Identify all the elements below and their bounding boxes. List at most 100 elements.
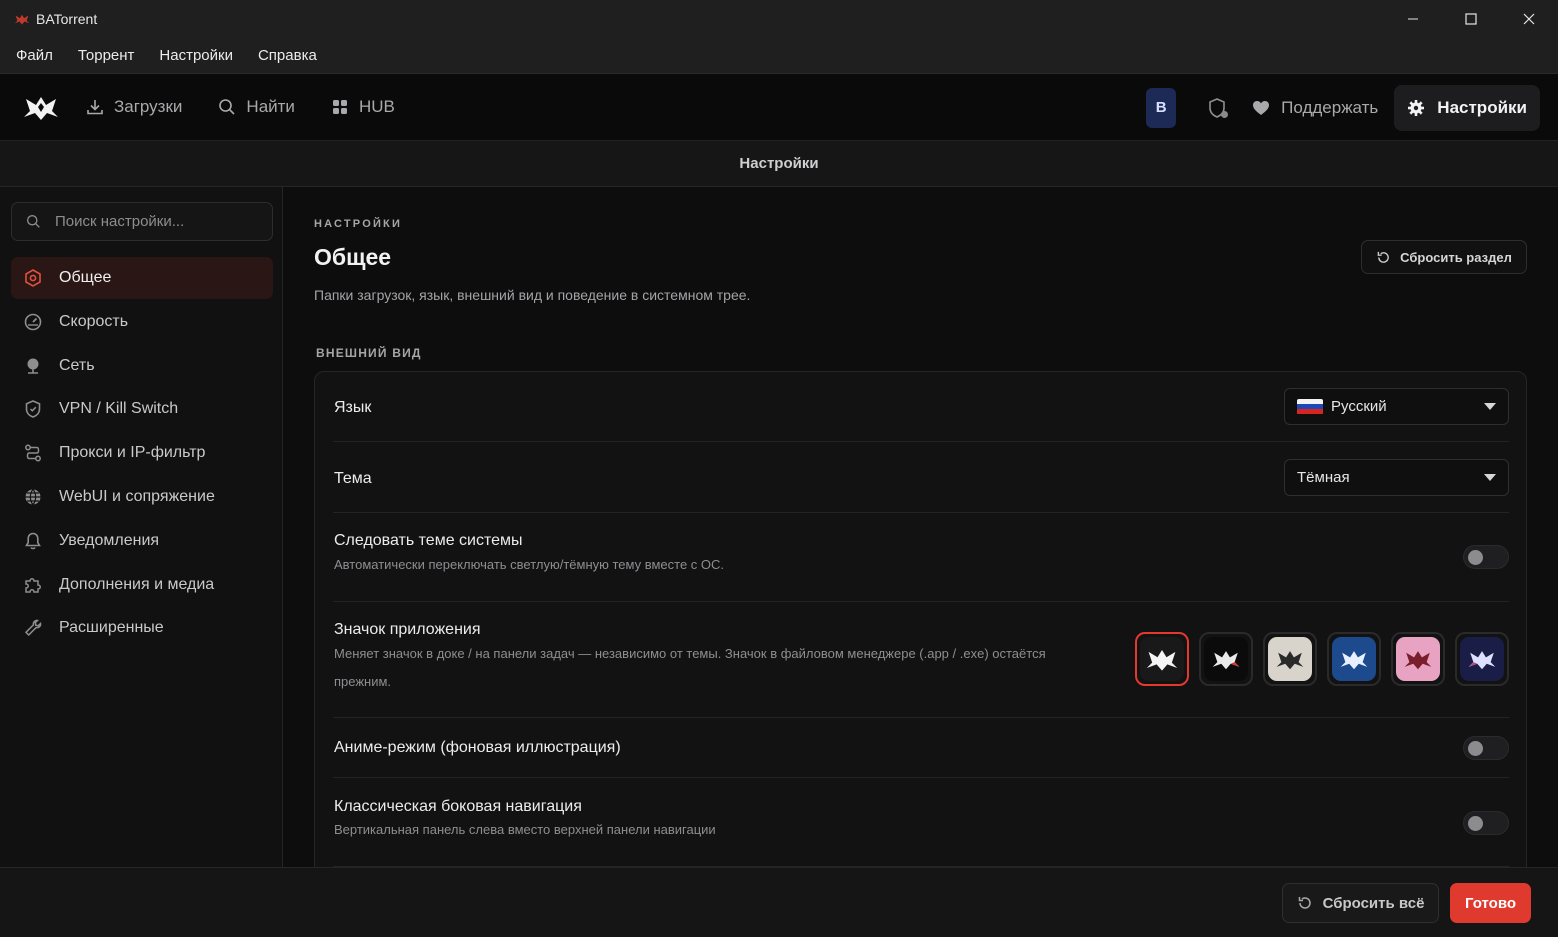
menu-settings[interactable]: Настройки <box>149 47 243 64</box>
app-icon-option-light[interactable] <box>1263 632 1317 686</box>
toggle-knob <box>1468 816 1483 831</box>
reset-section-button[interactable]: Сбросить раздел <box>1361 240 1527 274</box>
gear-icon <box>1408 99 1425 116</box>
language-value: Русский <box>1331 398 1387 415</box>
sidebar-item-label: Уведомления <box>59 531 160 549</box>
bat-logo-icon <box>1396 637 1440 681</box>
app-logo-icon <box>14 11 30 27</box>
setting-hint: Вертикальная панель слева вместо верхней… <box>334 822 716 837</box>
close-icon <box>1523 13 1535 25</box>
app-icon-options <box>1125 632 1509 686</box>
setting-row-app-icon: Значок приложения Меняет значок в доке /… <box>333 602 1509 718</box>
setting-row-language: Язык Русский <box>333 372 1509 442</box>
group-label-appearance: ВНЕШНИЙ ВИД <box>316 346 422 360</box>
menu-bar: Файл Торрент Настройки Справка <box>0 38 1558 74</box>
setting-row-follow-system: Следовать теме системы Автоматически пер… <box>333 513 1509 602</box>
close-window-button[interactable] <box>1500 0 1558 38</box>
footer-bar: Сбросить всё Готово <box>0 867 1558 937</box>
wrench-icon <box>24 620 42 637</box>
app-icon-option-navy[interactable] <box>1455 632 1509 686</box>
sidebar-item-label: Дополнения и медиа <box>59 575 215 593</box>
menu-file[interactable]: Файл <box>6 47 63 64</box>
minimize-icon <box>1408 18 1418 20</box>
sidebar-item-label: VPN / Kill Switch <box>59 400 179 418</box>
settings-search[interactable] <box>11 202 273 241</box>
app-icon-option-pink[interactable] <box>1391 632 1445 686</box>
app-icon-option-default[interactable] <box>1135 632 1189 686</box>
nav-find[interactable]: Найти <box>210 85 303 129</box>
settings-sidebar: Общее Скорость Сеть VPN / Kill Switch Пр… <box>0 187 283 867</box>
section-eyebrow: НАСТРОЙКИ <box>314 218 403 230</box>
nav-downloads[interactable]: Загрузки <box>78 85 190 129</box>
app-icon-option-blue[interactable] <box>1327 632 1381 686</box>
toggle-knob <box>1468 741 1483 756</box>
support-button[interactable]: Поддержать <box>1252 98 1378 118</box>
theme-select[interactable]: Тёмная <box>1284 459 1509 496</box>
nav-hub[interactable]: HUB <box>323 85 403 129</box>
setting-label: Классическая боковая навигация <box>334 798 582 815</box>
bat-logo-icon <box>1204 637 1248 681</box>
sidebar-item-speed[interactable]: Скорость <box>11 301 273 343</box>
bat-logo-icon <box>1140 637 1184 681</box>
shield-icon <box>25 400 41 419</box>
search-icon <box>219 99 235 115</box>
reset-all-label: Сбросить всё <box>1322 894 1425 912</box>
setting-label: Следовать теме системы <box>334 532 523 549</box>
setting-row-theme: Тема Тёмная <box>333 442 1509 513</box>
toggle-knob <box>1468 550 1483 565</box>
anime-mode-toggle[interactable] <box>1463 736 1509 760</box>
download-icon <box>87 100 103 115</box>
bat-logo-icon <box>1460 637 1504 681</box>
page-header: Настройки <box>0 141 1558 187</box>
reset-icon <box>1298 897 1311 909</box>
setting-hint: Автоматически переключать светлую/тёмную… <box>334 557 725 572</box>
sidebar-item-notifications[interactable]: Уведомления <box>11 520 273 562</box>
russian-flag-icon <box>1297 398 1323 415</box>
avatar[interactable]: B <box>1146 87 1177 128</box>
minimize-button[interactable] <box>1384 0 1442 38</box>
puzzle-icon <box>25 577 41 593</box>
sidebar-item-advanced[interactable]: Расширенные <box>11 607 273 649</box>
menu-torrent[interactable]: Торрент <box>68 47 145 64</box>
vpn-status-button[interactable] <box>1204 95 1230 121</box>
settings-content: НАСТРОЙКИ Общее Папки загрузок, язык, вн… <box>284 187 1558 867</box>
sidebar-item-webui[interactable]: WebUI и сопряжение <box>11 476 273 518</box>
sidebar-item-network[interactable]: Сеть <box>11 345 273 387</box>
setting-label: Значок приложения <box>334 621 481 638</box>
done-button[interactable]: Готово <box>1450 883 1531 923</box>
bat-logo-icon <box>1268 637 1312 681</box>
maximize-button[interactable] <box>1442 0 1500 38</box>
settings-label: Настройки <box>1437 97 1527 117</box>
sidebar-item-vpn[interactable]: VPN / Kill Switch <box>11 388 273 430</box>
section-description: Папки загрузок, язык, внешний вид и пове… <box>314 287 751 303</box>
follow-system-toggle[interactable] <box>1463 545 1509 569</box>
nav-downloads-label: Загрузки <box>114 97 183 116</box>
setting-hint: Меняет значок в доке / на панели задач —… <box>334 646 1046 689</box>
sidebar-item-addons[interactable]: Дополнения и медиа <box>11 564 273 606</box>
theme-value: Тёмная <box>1297 469 1350 486</box>
setting-row-anime-mode: Аниме-режим (фоновая иллюстрация) <box>333 718 1509 778</box>
settings-search-input[interactable] <box>55 213 255 230</box>
language-select[interactable]: Русский <box>1284 388 1509 425</box>
page-title: Общее <box>314 244 392 270</box>
classic-nav-toggle[interactable] <box>1463 811 1509 835</box>
menu-help[interactable]: Справка <box>248 47 327 64</box>
sidebar-item-label: Общее <box>59 269 112 286</box>
reset-all-button[interactable]: Сбросить всё <box>1282 883 1439 923</box>
bell-icon <box>25 532 41 550</box>
sidebar-item-label: Скорость <box>59 312 129 330</box>
app-icon-option-black[interactable] <box>1199 632 1253 686</box>
chevron-down-icon <box>1484 474 1496 481</box>
search-icon <box>27 215 40 228</box>
status-dot <box>1221 110 1229 118</box>
reset-section-label: Сбросить раздел <box>1400 249 1512 265</box>
sidebar-item-proxy[interactable]: Прокси и IP-фильтр <box>11 432 273 474</box>
setting-label: Тема <box>334 470 372 487</box>
bat-logo-icon[interactable] <box>22 92 60 122</box>
sidebar-item-general[interactable]: Общее <box>11 257 273 299</box>
top-navigation: Загрузки Найти HUB B Поддержать Настройк… <box>0 74 1558 141</box>
sidebar-item-label: Сеть <box>59 356 95 374</box>
sidebar-item-label: Расширенные <box>59 619 164 637</box>
settings-button[interactable]: Настройки <box>1394 84 1540 131</box>
title-bar: BATorrent <box>0 0 1558 38</box>
